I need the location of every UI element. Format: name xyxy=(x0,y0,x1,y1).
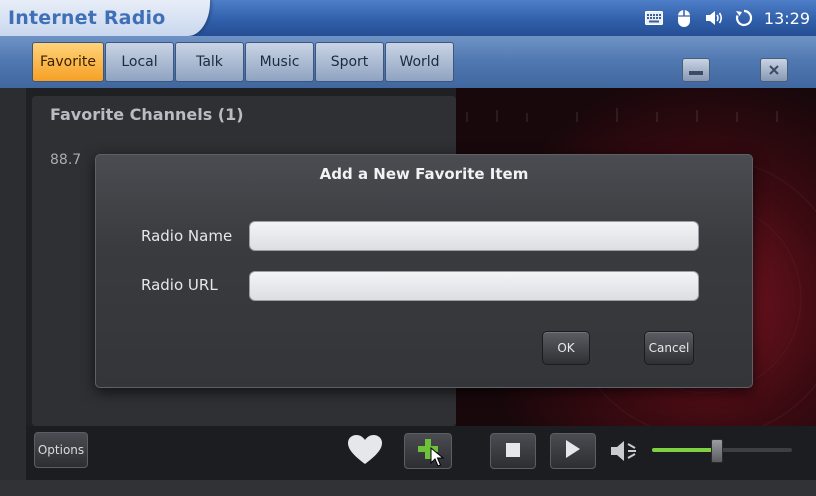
tab-favorite[interactable]: Favorite xyxy=(32,42,104,82)
list-item[interactable]: 88.7 xyxy=(50,152,81,168)
radio-name-input[interactable] xyxy=(249,221,699,251)
favorites-title: Favorite Channels (1) xyxy=(50,105,244,124)
close-button[interactable] xyxy=(760,58,788,82)
speaker-icon[interactable] xyxy=(704,8,724,28)
minimize-icon xyxy=(689,61,703,80)
add-favorite-dialog: Add a New Favorite Item Radio Name Radio… xyxy=(95,154,753,388)
sync-icon[interactable] xyxy=(734,8,754,28)
stop-icon xyxy=(506,442,520,461)
keyboard-icon[interactable] xyxy=(644,8,664,28)
radio-name-label: Radio Name xyxy=(141,227,233,245)
mute-icon[interactable] xyxy=(608,438,642,464)
stop-button[interactable] xyxy=(490,433,536,469)
mouse-icon[interactable] xyxy=(674,8,694,28)
tab-world[interactable]: World xyxy=(385,42,454,82)
tab-sport[interactable]: Sport xyxy=(315,42,384,82)
tab-local[interactable]: Local xyxy=(105,42,174,82)
options-button[interactable]: Options xyxy=(34,432,88,468)
volume-fill xyxy=(652,448,717,452)
radio-url-label: Radio URL xyxy=(141,276,218,294)
tab-talk[interactable]: Talk xyxy=(175,42,244,82)
app-title-tab: Internet Radio xyxy=(0,0,210,36)
play-icon xyxy=(565,439,581,463)
category-tabs: Favorite Local Talk Music Sport World xyxy=(32,42,455,82)
title-bar: Internet Radio 13:29 xyxy=(0,0,816,36)
ok-button[interactable]: OK xyxy=(542,331,590,365)
volume-thumb[interactable] xyxy=(711,439,724,463)
clock: 13:29 xyxy=(763,8,810,28)
dialog-title: Add a New Favorite Item xyxy=(319,165,529,183)
system-tray: 13:29 xyxy=(644,0,816,36)
play-button[interactable] xyxy=(550,433,596,469)
mouse-cursor-icon xyxy=(430,446,446,467)
footer-strip xyxy=(0,480,816,496)
app-title: Internet Radio xyxy=(8,7,166,29)
heart-icon[interactable] xyxy=(345,433,385,467)
minimize-button[interactable] xyxy=(682,58,710,82)
cancel-button[interactable]: Cancel xyxy=(644,331,694,365)
radio-url-input[interactable] xyxy=(249,271,699,301)
tab-music[interactable]: Music xyxy=(245,42,314,82)
close-icon xyxy=(768,61,780,80)
